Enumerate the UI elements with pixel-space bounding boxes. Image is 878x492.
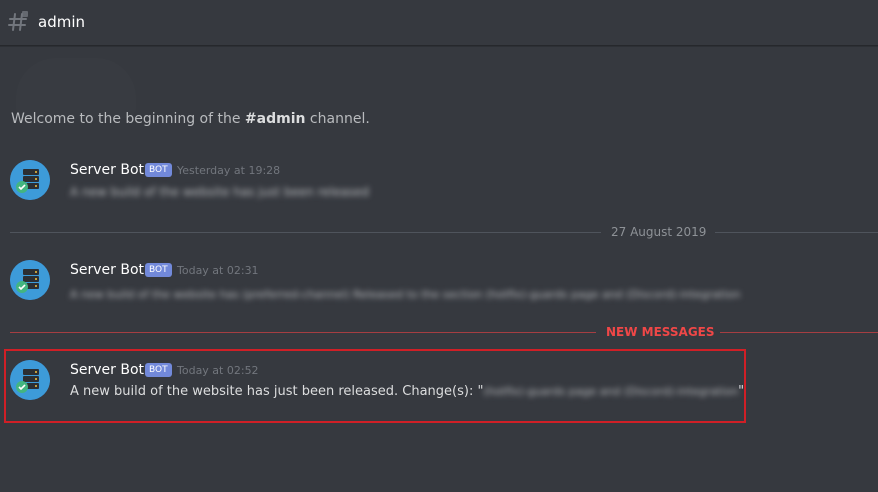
channel-header: admin [0,0,878,46]
author-name[interactable]: Server Bot [70,260,144,280]
channel-name: admin [38,13,85,31]
welcome-message: Welcome to the beginning of the #admin c… [11,109,370,129]
server-icon [10,160,50,200]
welcome-prefix: Welcome to the beginning of the [11,111,245,127]
bot-tag: BOT [145,263,172,277]
bot-tag: BOT [145,163,172,177]
avatar[interactable] [10,160,50,200]
hash-icon [7,11,29,33]
highlight-box [4,349,746,423]
author-name[interactable]: Server Bot [70,160,144,180]
welcome-channel[interactable]: #admin [245,111,306,127]
welcome-suffix: channel. [305,111,370,127]
date-divider-label: 27 August 2019 [605,224,713,240]
message-item: Server Bot BOT Today at 02:31 A new buil… [0,260,878,320]
server-icon [10,260,50,300]
message-content: A new build of the website has (preferre… [70,288,741,301]
new-messages-divider: NEW MESSAGES [10,324,878,340]
chat-window: admin Welcome to the beginning of the #a… [0,0,878,492]
avatar[interactable] [10,260,50,300]
message-content: A new build of the website has just been… [70,185,370,199]
timestamp: Yesterday at 19:28 [177,164,281,177]
date-divider: 27 August 2019 [10,224,878,240]
timestamp: Today at 02:31 [177,264,259,277]
new-messages-label: NEW MESSAGES [600,324,721,340]
message-item: Server Bot BOT Yesterday at 19:28 A new … [0,160,878,220]
